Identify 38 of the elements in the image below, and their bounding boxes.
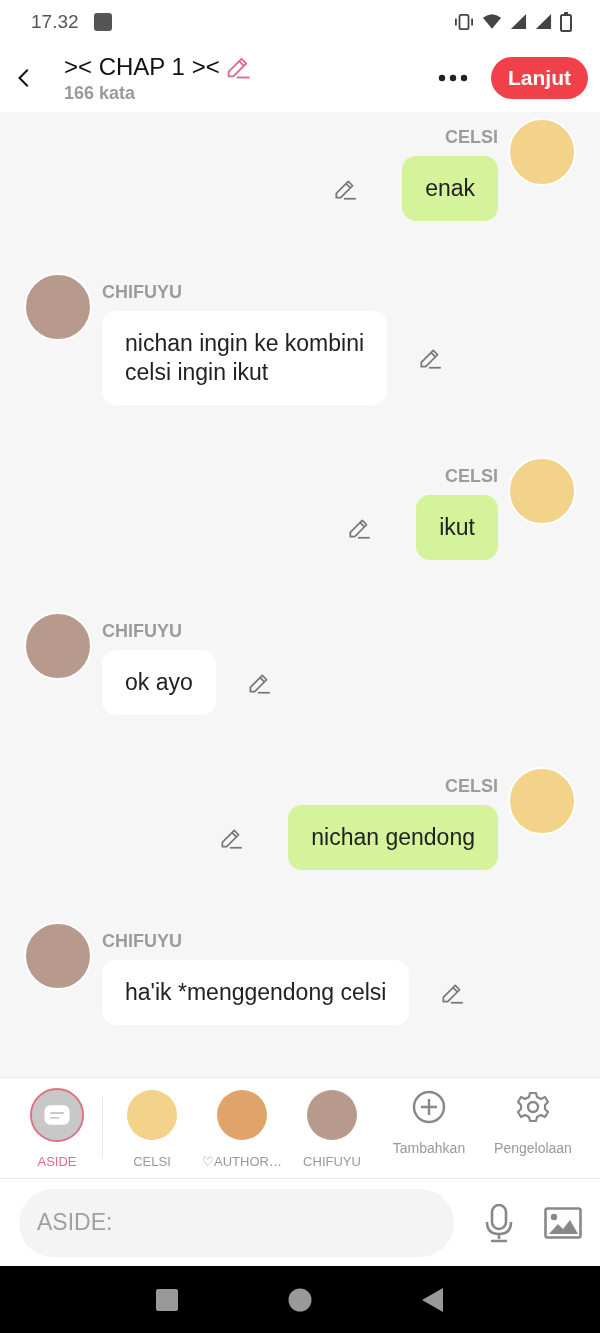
speaker-name: CELSI [445,126,498,149]
recents-icon[interactable] [154,1287,179,1312]
settings-icon [516,1090,550,1125]
microphone-icon[interactable] [484,1202,514,1243]
message-bubble: nichan ingin ke kombini celsi ingin ikut [102,311,388,406]
back-icon[interactable] [421,1286,446,1313]
message-input[interactable]: ASIDE: [19,1188,454,1257]
message-bubble: enak [402,156,498,222]
home-icon[interactable] [288,1287,312,1312]
word-count: 166 kata [64,82,137,104]
speaker-item[interactable]: Pengelolaan [481,1086,585,1157]
speaker-name: CHIFUYU [102,281,183,304]
speaker-name: CELSI [445,465,498,488]
message-bubble: nichan gendong [288,805,498,871]
notification-icon [92,11,113,32]
message-bubble: ha'ik *menggendong celsi [102,960,410,1026]
signal-icon [510,13,527,31]
next-button[interactable]: Lanjut [491,57,588,100]
chapter-title: >< CHAP 1 >< [64,52,220,81]
speaker-item[interactable]: Tambahkan [377,1086,481,1157]
speaker-item[interactable]: CHIFUYU [287,1086,377,1170]
message-bubble: ikut [416,495,498,561]
speaker-item[interactable]: ♡AUTHOR… [197,1086,287,1170]
vibrate-icon [454,12,474,31]
status-time: 17.32 [31,10,79,33]
signal-icon [535,13,552,31]
speaker-item[interactable]: ASIDE [16,1086,98,1170]
more-icon[interactable] [437,74,469,83]
wifi-icon [482,13,502,31]
speaker-name: CHIFUYU [102,620,183,643]
aside-icon [29,1087,85,1144]
plus-icon [412,1090,446,1125]
speaker-name: CELSI [445,775,498,798]
battery-icon [560,11,572,32]
speaker-item[interactable]: CELSI [107,1086,197,1170]
speaker-name: CHIFUYU [102,930,183,953]
message-bubble: ok ayo [102,650,216,716]
image-icon[interactable] [544,1206,582,1239]
